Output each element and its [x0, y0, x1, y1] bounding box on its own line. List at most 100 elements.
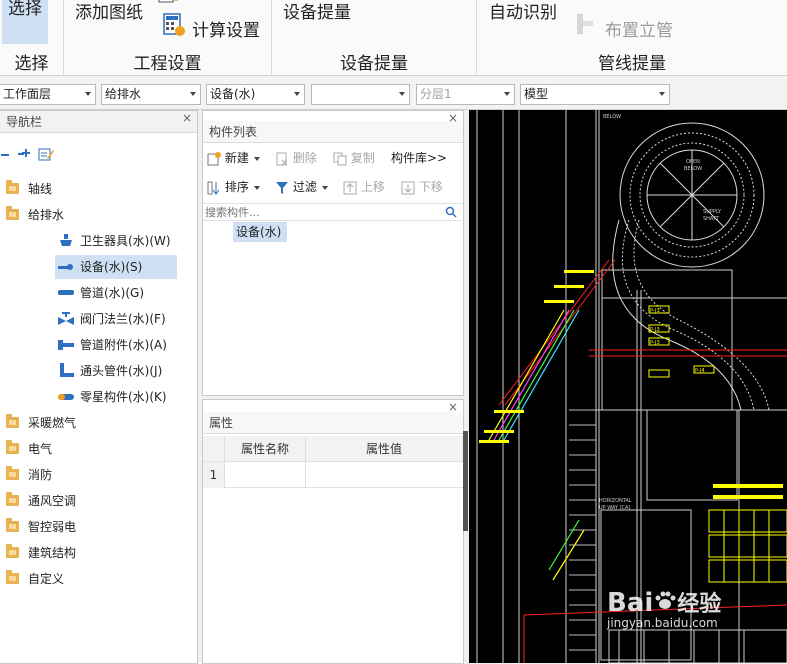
- baidu-paw-icon: [655, 591, 676, 609]
- nav-item-label: 通风空调: [28, 494, 77, 508]
- sort-icon: [207, 181, 220, 195]
- ribbon-group-pipeline-takeoff: 自动识别 布置立管 管线提量: [477, 0, 787, 76]
- nav-item-label: 通头管件(水)(J): [80, 364, 163, 378]
- auto-recognize-button[interactable]: 自动识别: [489, 0, 557, 23]
- component-type-select[interactable]: 设备(水): [206, 84, 305, 105]
- nav-toolbar: [0, 147, 60, 163]
- search-input[interactable]: [205, 205, 435, 220]
- component-library-button[interactable]: 构件库>>: [391, 149, 447, 166]
- nav-item-label: 给排水: [28, 208, 65, 222]
- nav-item-hvac[interactable]: 通风空调: [0, 489, 198, 513]
- nav-item-equipment[interactable]: 设备(水)(S): [55, 255, 177, 279]
- search-icon[interactable]: [445, 206, 457, 218]
- nav-item-pipe[interactable]: 管道(水)(G): [55, 281, 177, 305]
- sanitary-fixture-icon: [60, 234, 72, 246]
- riser-pipe-icon: [577, 14, 593, 34]
- watermark-url: jingyan.baidu.com: [607, 616, 718, 630]
- move-down-button[interactable]: 下移: [401, 178, 443, 195]
- close-icon[interactable]: ×: [448, 111, 458, 125]
- equipment-takeoff-button[interactable]: 设备提量: [283, 0, 351, 23]
- discipline-select[interactable]: 给排水: [101, 84, 201, 105]
- nav-item-smart-weak-current[interactable]: 智控弱电: [0, 515, 198, 539]
- folder-icon: [6, 570, 19, 584]
- folder-icon: [6, 414, 19, 428]
- edit-icon[interactable]: [38, 147, 54, 161]
- nav-item-misc-components[interactable]: 零星构件(水)(K): [55, 385, 177, 409]
- nav-item-fittings[interactable]: 通头管件(水)(J): [55, 359, 177, 383]
- folder-icon: [6, 544, 19, 558]
- expand-all-icon[interactable]: [17, 148, 31, 160]
- move-up-button[interactable]: 上移: [343, 178, 385, 195]
- nav-item-building-structure[interactable]: 建筑结构: [0, 541, 198, 565]
- nav-item-custom[interactable]: 自定义: [0, 567, 198, 591]
- select-value: 工作面层: [3, 87, 52, 101]
- splitter-handle[interactable]: [463, 431, 468, 531]
- ribbon-group-label: 管线提量: [598, 54, 666, 74]
- component-list-panel: 构件列表 × 新建 删除 复制 构件库>> 排序 过滤 上移 下移 设备(水): [202, 110, 464, 396]
- delete-icon: [276, 152, 288, 165]
- calculator-icon[interactable]: [162, 13, 186, 37]
- drawing-canvas[interactable]: OPEN BELOW SUPPLY SHAFT BELOW HORIZONTAL…: [469, 110, 787, 663]
- sort-button[interactable]: 排序: [207, 178, 260, 195]
- table-row[interactable]: 1: [203, 462, 463, 488]
- nav-title: 导航栏: [0, 111, 197, 133]
- select-value: 分层1: [420, 87, 452, 101]
- chevron-down-icon: [85, 92, 91, 96]
- chevron-down-icon: [253, 156, 260, 161]
- cad-label: UP WAY [CA]: [599, 505, 630, 511]
- cad-label: P-J3: [650, 327, 660, 333]
- elbow-fitting-icon: [60, 363, 74, 377]
- copy-component-button[interactable]: 复制: [333, 149, 375, 166]
- filter-button[interactable]: 过滤: [275, 178, 328, 195]
- selector-bar: 工作面层 给排水 设备(水) 分层1 模型: [0, 76, 787, 110]
- button-label: 复制: [350, 151, 375, 165]
- close-icon[interactable]: ×: [182, 111, 192, 125]
- component-name-select[interactable]: [311, 84, 410, 105]
- property-name-cell[interactable]: [225, 462, 306, 488]
- close-icon[interactable]: ×: [448, 400, 458, 414]
- button-label: 上移: [360, 180, 385, 194]
- nav-item-electrical[interactable]: 电气: [0, 437, 198, 461]
- arrow-down-icon: [401, 181, 415, 194]
- misc-component-icon: [58, 394, 74, 400]
- sublayer-select[interactable]: 分层1: [416, 84, 515, 105]
- nav-item-plumbing[interactable]: 给排水: [0, 203, 198, 227]
- nav-item-label: 阀门法兰(水)(F): [80, 312, 166, 326]
- cad-label: BELOW: [684, 166, 702, 172]
- folder-icon: [6, 518, 19, 532]
- place-riser-button[interactable]: 布置立管: [605, 16, 673, 41]
- delete-component-button[interactable]: 删除: [275, 149, 317, 166]
- cad-label: BELOW: [603, 114, 621, 120]
- add-drawing-button[interactable]: 添加图纸: [75, 0, 143, 23]
- select-button[interactable]: 选择: [2, 0, 48, 44]
- component-item[interactable]: 设备(水): [233, 222, 287, 242]
- cad-label: P-J3: [650, 308, 660, 314]
- nav-item-heating-gas[interactable]: 采暖燃气: [0, 411, 198, 435]
- valve-icon: [58, 312, 74, 325]
- ribbon-group-equipment-takeoff: 设备提量 设备提量: [272, 0, 477, 76]
- nav-item-valve-flange[interactable]: 阀门法兰(水)(F): [55, 307, 177, 331]
- property-value-cell[interactable]: [306, 462, 462, 488]
- nav-item-label: 自定义: [28, 572, 65, 586]
- view-mode-select[interactable]: 模型: [520, 84, 670, 105]
- chevron-down-icon: [253, 185, 260, 190]
- work-layer-select[interactable]: 工作面层: [0, 84, 96, 105]
- pipe-icon: [58, 290, 74, 295]
- button-label: 排序: [224, 180, 249, 194]
- copy-icon: [333, 152, 347, 165]
- properties-header: 属性名称 属性值: [203, 436, 463, 462]
- navigation-panel: 导航栏 × 轴线 给排水 卫生器具(水)(W) 设备(水)(S) 管道(水)(G…: [0, 110, 198, 664]
- cad-drawing[interactable]: OPEN BELOW SUPPLY SHAFT BELOW HORIZONTAL…: [469, 110, 787, 663]
- collapse-all-icon[interactable]: [0, 150, 10, 160]
- nav-item-pipe-accessory[interactable]: 管道附件(水)(A): [55, 333, 177, 357]
- nav-item-axis[interactable]: 轴线: [0, 177, 198, 201]
- chevron-down-icon: [294, 92, 300, 96]
- nav-item-sanitary-fixtures[interactable]: 卫生器具(水)(W): [55, 229, 177, 253]
- folder-icon: [6, 440, 19, 454]
- new-component-button[interactable]: 新建: [207, 149, 260, 166]
- calculation-settings-button[interactable]: 计算设置: [192, 16, 260, 41]
- cad-label: SHAFT: [703, 216, 720, 222]
- properties-panel: 属性 × 属性名称 属性值 1: [202, 399, 464, 664]
- nav-item-fire[interactable]: 消防: [0, 463, 198, 487]
- button-label: 过滤: [292, 180, 317, 194]
